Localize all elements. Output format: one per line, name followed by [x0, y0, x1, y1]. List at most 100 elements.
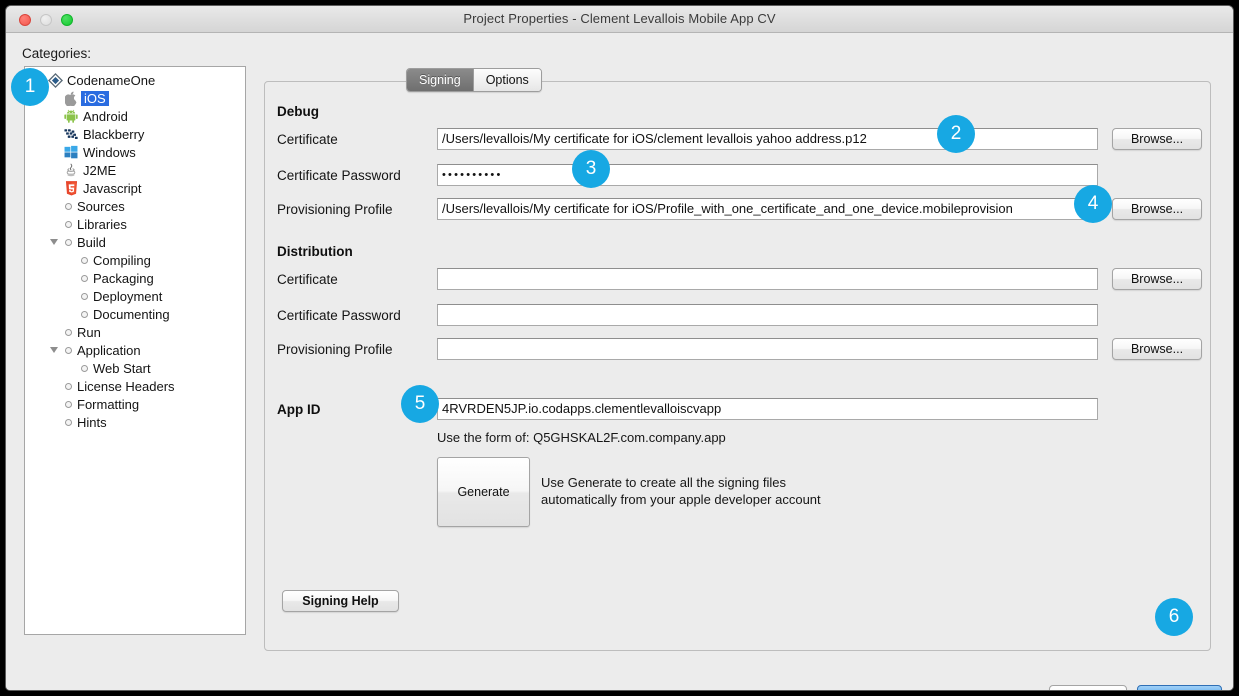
tree-item-label: Javascript: [83, 180, 142, 196]
debug-password-input[interactable]: ••••••••••: [437, 164, 1098, 186]
dot-icon: [61, 382, 75, 390]
tree-item-license-headers[interactable]: License Headers: [25, 377, 245, 395]
tree-item-label: Hints: [77, 414, 107, 430]
tree-item-label: Blackberry: [83, 126, 145, 142]
tree-item-label: Build: [77, 234, 106, 250]
dot-icon: [61, 238, 75, 246]
distribution-certificate-browse-button[interactable]: Browse...: [1112, 268, 1202, 290]
dot-icon: [61, 328, 75, 336]
tree-item-sources[interactable]: Sources: [25, 197, 245, 215]
callout-badge-2: 2: [937, 115, 975, 153]
dot-icon: [61, 202, 75, 210]
callout-badge-1: 1: [11, 68, 49, 106]
tree-item-label: iOS: [81, 90, 109, 106]
debug-profile-label: Provisioning Profile: [277, 202, 393, 217]
tree-item-ios[interactable]: iOS: [25, 89, 245, 107]
dot-icon: [77, 274, 91, 282]
tree-item-label: License Headers: [77, 378, 175, 394]
apple-icon: [61, 91, 81, 106]
ok-button[interactable]: OK: [1137, 685, 1222, 690]
tree-item-label: Web Start: [93, 360, 151, 376]
distribution-profile-browse-button[interactable]: Browse...: [1112, 338, 1202, 360]
tree-item-packaging[interactable]: Packaging: [25, 269, 245, 287]
project-properties-window: Project Properties - Clement Levallois M…: [5, 5, 1234, 691]
tree-item-documenting[interactable]: Documenting: [25, 305, 245, 323]
tree-item-label: CodenameOne: [67, 72, 156, 88]
tree-item-blackberry[interactable]: Blackberry: [25, 125, 245, 143]
blackberry-icon: [61, 128, 81, 141]
signing-help-button[interactable]: Signing Help: [282, 590, 399, 612]
tree-item-label: J2ME: [83, 162, 117, 178]
debug-certificate-input[interactable]: /Users/levallois/My certificate for iOS/…: [437, 128, 1098, 150]
debug-profile-input[interactable]: /Users/levallois/My certificate for iOS/…: [437, 198, 1098, 220]
callout-badge-5: 5: [401, 385, 439, 423]
dot-icon: [61, 220, 75, 228]
app-id-hint: Use the form of: Q5GHSKAL2F.com.company.…: [437, 430, 726, 445]
window-title: Project Properties - Clement Levallois M…: [463, 11, 776, 26]
tree-item-label: Formatting: [77, 396, 140, 412]
dot-icon: [77, 292, 91, 300]
html5-icon: [61, 180, 81, 196]
generate-button[interactable]: Generate: [437, 457, 530, 527]
debug-section-heading: Debug: [277, 104, 319, 119]
distribution-certificate-input[interactable]: [437, 268, 1098, 290]
dot-icon: [77, 256, 91, 264]
tree-item-build[interactable]: Build: [25, 233, 245, 251]
window-titlebar: Project Properties - Clement Levallois M…: [6, 6, 1233, 33]
tree-item-codenameone[interactable]: CodenameOne: [25, 71, 245, 89]
tree-item-application[interactable]: Application: [25, 341, 245, 359]
tree-expand-icon[interactable]: [47, 347, 61, 353]
callout-badge-4: 4: [1074, 185, 1112, 223]
screenshot-root: Project Properties - Clement Levallois M…: [0, 0, 1239, 696]
panel-tabs: Signing Options: [406, 68, 542, 92]
tree-item-android[interactable]: Android: [25, 107, 245, 125]
android-icon: [61, 109, 81, 123]
java-icon: [61, 163, 81, 177]
tree-item-label: Application: [77, 342, 141, 358]
tree-item-deployment[interactable]: Deployment: [25, 287, 245, 305]
debug-profile-browse-button[interactable]: Browse...: [1112, 198, 1202, 220]
debug-certificate-browse-button[interactable]: Browse...: [1112, 128, 1202, 150]
tab-options[interactable]: Options: [472, 69, 541, 91]
tree-item-windows[interactable]: Windows: [25, 143, 245, 161]
generate-description: Use Generate to create all the signing f…: [541, 475, 821, 507]
distribution-password-input[interactable]: [437, 304, 1098, 326]
distribution-password-label: Certificate Password: [277, 308, 401, 323]
callout-badge-6: 6: [1155, 598, 1193, 636]
tree-item-label: Run: [77, 324, 101, 340]
tab-signing[interactable]: Signing: [407, 69, 473, 91]
tree-item-label: Sources: [77, 198, 125, 214]
distribution-section-heading: Distribution: [277, 244, 353, 259]
cancel-button[interactable]: Cancel: [1049, 685, 1127, 690]
tree-item-libraries[interactable]: Libraries: [25, 215, 245, 233]
dot-icon: [77, 310, 91, 318]
app-id-input[interactable]: 4RVRDEN5JP.io.codapps.clementlevalloiscv…: [437, 398, 1098, 420]
tree-expand-icon[interactable]: [47, 239, 61, 245]
tree-item-formatting[interactable]: Formatting: [25, 395, 245, 413]
tree-item-javascript[interactable]: Javascript: [25, 179, 245, 197]
tree-item-web-start[interactable]: Web Start: [25, 359, 245, 377]
app-id-label: App ID: [277, 402, 321, 417]
dot-icon: [77, 364, 91, 372]
debug-certificate-label: Certificate: [277, 132, 338, 147]
distribution-profile-label: Provisioning Profile: [277, 342, 393, 357]
distribution-profile-input[interactable]: [437, 338, 1098, 360]
tree-item-label: Windows: [83, 144, 136, 160]
tree-item-label: Deployment: [93, 288, 163, 304]
dot-icon: [61, 400, 75, 408]
tree-item-j2me[interactable]: J2ME: [25, 161, 245, 179]
tree-item-compiling[interactable]: Compiling: [25, 251, 245, 269]
categories-label: Categories:: [22, 46, 92, 61]
debug-password-label: Certificate Password: [277, 168, 401, 183]
tree-item-label: Android: [83, 108, 128, 124]
tree-item-label: Libraries: [77, 216, 127, 232]
categories-tree[interactable]: CodenameOne iOS Android Blackberry Windows J2…: [24, 66, 246, 635]
windows-icon: [61, 145, 81, 159]
tree-item-label: Packaging: [93, 270, 154, 286]
tree-item-hints[interactable]: Hints: [25, 413, 245, 431]
window-content: Categories: CodenameOne iOS Android Blackbe…: [6, 33, 1233, 690]
tree-item-run[interactable]: Run: [25, 323, 245, 341]
dot-icon: [61, 418, 75, 426]
tree-item-label: Compiling: [93, 252, 151, 268]
dot-icon: [61, 346, 75, 354]
